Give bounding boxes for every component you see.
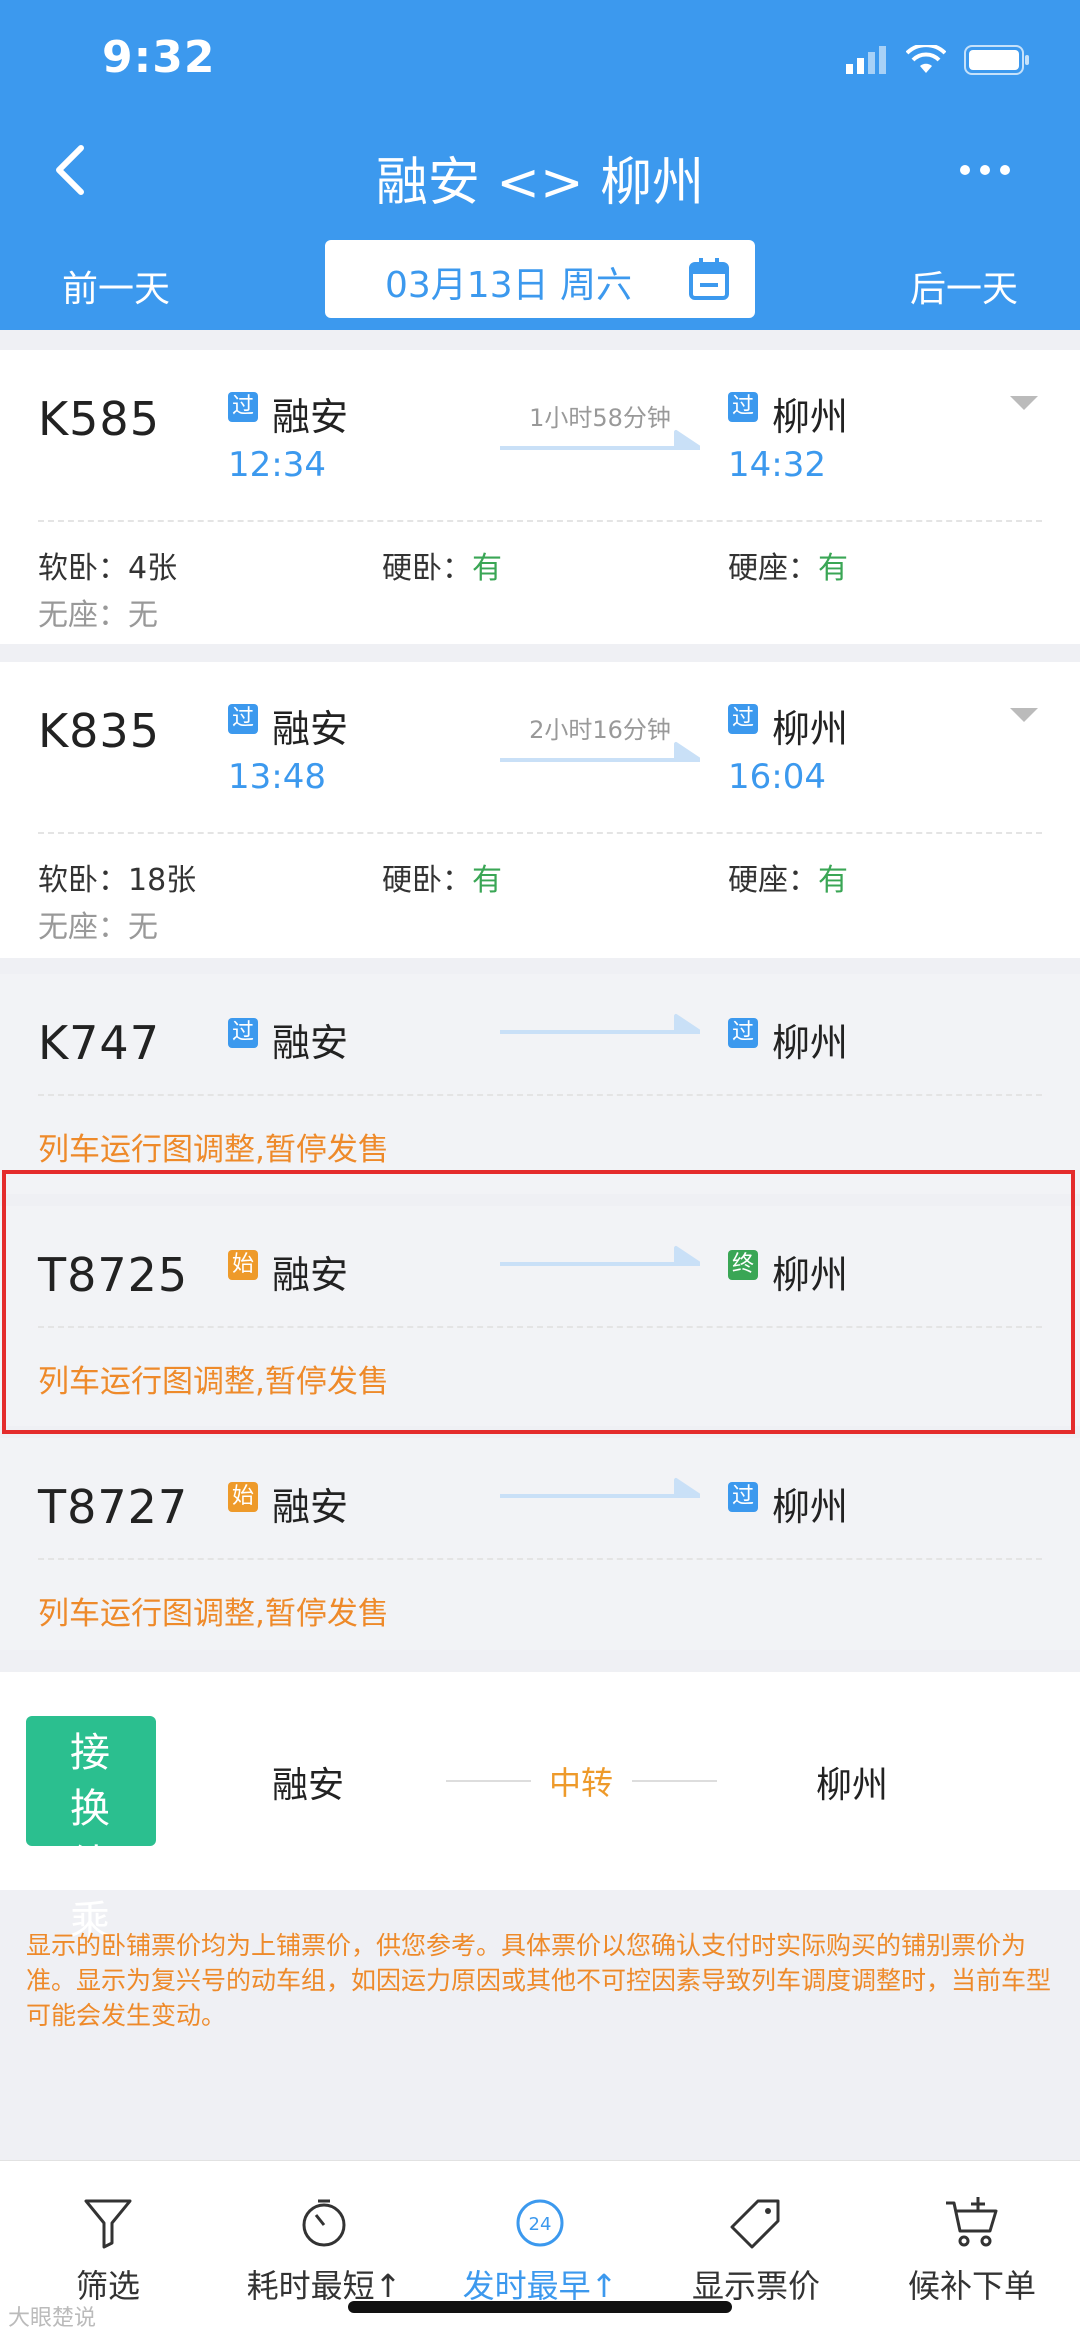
seat-soft-sleeper: 软卧：4张 — [38, 551, 178, 586]
pass-through-badge: 过 — [228, 392, 258, 422]
suspended-notice: 列车运行图调整,暂停发售 — [38, 1596, 389, 1632]
to-station: 柳州 — [772, 707, 849, 751]
status-time: 9:32 — [102, 32, 216, 83]
arrow-right-icon — [500, 1246, 700, 1266]
train-number: K585 — [38, 392, 160, 446]
train-card-t8727[interactable]: T8727 始 融安 过 柳州 列车运行图调整,暂停发售 — [0, 1438, 1080, 1650]
battery-icon — [964, 45, 1029, 75]
pass-through-badge: 过 — [228, 704, 258, 734]
nav-icon-wrap — [0, 2197, 216, 2253]
train-card-k835[interactable]: K835 过 融安 13:48 2小时16分钟 过 柳州 16:04 软卧：18… — [0, 662, 1080, 958]
timer-icon — [302, 2199, 346, 2247]
divider — [38, 832, 1042, 834]
nav-waitlist-order[interactable]: 候补下单 — [864, 2161, 1080, 2337]
more-dot — [960, 165, 970, 175]
page-title: 融安 <> 柳州 — [375, 153, 705, 213]
more-dot — [980, 165, 990, 175]
arrow-right-icon — [500, 1014, 700, 1034]
more-dot — [1000, 165, 1010, 175]
divider — [38, 1326, 1042, 1328]
next-day-button[interactable]: 后一天 — [910, 260, 1018, 312]
train-number: T8725 — [38, 1248, 189, 1302]
connector-line — [632, 1780, 717, 1782]
watermark: 大眼楚说 — [8, 2306, 97, 2331]
connector-line — [446, 1780, 531, 1782]
cart-add-icon — [946, 2197, 998, 2247]
more-button[interactable] — [950, 150, 1020, 190]
nav-icon-wrap — [648, 2197, 864, 2253]
home-indicator[interactable] — [348, 2301, 732, 2313]
nav-icon-wrap — [864, 2197, 1080, 2253]
train-number: K835 — [38, 704, 160, 758]
arrow-right-icon — [500, 430, 700, 450]
train-card-k747[interactable]: K747 过 融安 过 柳州 列车运行图调整,暂停发售 — [0, 974, 1080, 1194]
seat-standing: 无座：无 — [38, 598, 158, 633]
status-icons — [846, 40, 1030, 80]
seat-hard-sleeper: 硬卧：有 — [382, 551, 502, 586]
suspended-notice: 列车运行图调整,暂停发售 — [38, 1132, 389, 1168]
pass-through-badge: 过 — [728, 704, 758, 734]
from-station: 融安 — [272, 1021, 349, 1065]
train-card-k585[interactable]: K585 过 融安 12:34 1小时58分钟 过 柳州 14:32 软卧：4张… — [0, 350, 1080, 644]
divider — [38, 1558, 1042, 1560]
svg-text:24: 24 — [529, 2214, 552, 2235]
transfer-to: 柳州 — [816, 1765, 889, 1806]
pass-through-badge: 过 — [728, 1482, 758, 1512]
prev-day-button[interactable]: 前一天 — [62, 260, 170, 312]
arrive-time: 14:32 — [728, 445, 826, 485]
date-picker[interactable]: 03月13日 周六 — [325, 240, 755, 318]
arrive-time: 16:04 — [728, 757, 826, 797]
divider — [38, 520, 1042, 522]
seat-hard-seat: 硬座：有 — [728, 863, 848, 898]
depart-time: 12:34 — [228, 445, 326, 485]
suspended-notice: 列车运行图调整,暂停发售 — [38, 1364, 389, 1400]
to-station: 柳州 — [772, 395, 849, 439]
depart-time: 13:48 — [228, 757, 326, 797]
train-number: T8727 — [38, 1480, 189, 1534]
transfer-tag: 接换 续乘 — [26, 1716, 156, 1944]
pass-through-badge: 过 — [728, 392, 758, 422]
transfer-card[interactable]: 接换 续乘 融安 中转 柳州 — [0, 1672, 1080, 1944]
train-number: K747 — [38, 1016, 160, 1070]
transfer-tag-line: 接换 — [70, 1730, 128, 1832]
header-bar: 9:32 融安 <> 柳州 前一天 03月13日 周六 后一天 — [0, 0, 1080, 330]
signal-icon — [846, 46, 886, 74]
nav-icon-wrap — [216, 2197, 432, 2253]
expand-icon[interactable] — [1010, 708, 1038, 722]
divider — [38, 1094, 1042, 1096]
price-tag-icon — [730, 2199, 780, 2249]
to-station: 柳州 — [772, 1485, 849, 1529]
pass-through-badge: 过 — [228, 1018, 258, 1048]
seat-soft-sleeper: 软卧：18张 — [38, 863, 197, 898]
from-station: 融安 — [272, 1485, 349, 1529]
expand-icon[interactable] — [1010, 396, 1038, 410]
transfer-from: 融安 — [272, 1765, 345, 1806]
seat-hard-seat: 硬座：有 — [728, 551, 848, 586]
wifi-icon — [906, 45, 946, 73]
nav-icon-wrap: 24 — [432, 2197, 648, 2253]
to-station: 柳州 — [772, 1253, 849, 1297]
from-station: 融安 — [272, 395, 349, 439]
filter-icon — [84, 2199, 132, 2249]
arrow-right-icon — [500, 1478, 700, 1498]
nav-label: 候补下单 — [907, 2267, 1036, 2305]
date-text: 03月13日 周六 — [385, 265, 633, 306]
origin-badge: 始 — [228, 1482, 258, 1512]
transfer-middle: 中转 — [549, 1764, 614, 1802]
from-station: 融安 — [272, 707, 349, 751]
train-card-t8725[interactable]: T8725 始 融安 终 柳州 列车运行图调整,暂停发售 — [0, 1206, 1080, 1426]
pass-through-badge: 过 — [728, 1018, 758, 1048]
disclaimer-text: 显示的卧铺票价均为上铺票价，供您参考。具体票价以您确认支付时实际购买的铺别票价为… — [26, 1931, 1052, 2030]
seat-standing: 无座：无 — [38, 910, 158, 945]
arrow-right-icon — [500, 742, 700, 762]
to-station: 柳州 — [772, 1021, 849, 1065]
seat-hard-sleeper: 硬卧：有 — [382, 863, 502, 898]
terminal-badge: 终 — [728, 1250, 758, 1280]
clock-24-icon: 24 — [516, 2199, 564, 2247]
origin-badge: 始 — [228, 1250, 258, 1280]
calendar-icon — [689, 258, 729, 300]
from-station: 融安 — [272, 1253, 349, 1297]
